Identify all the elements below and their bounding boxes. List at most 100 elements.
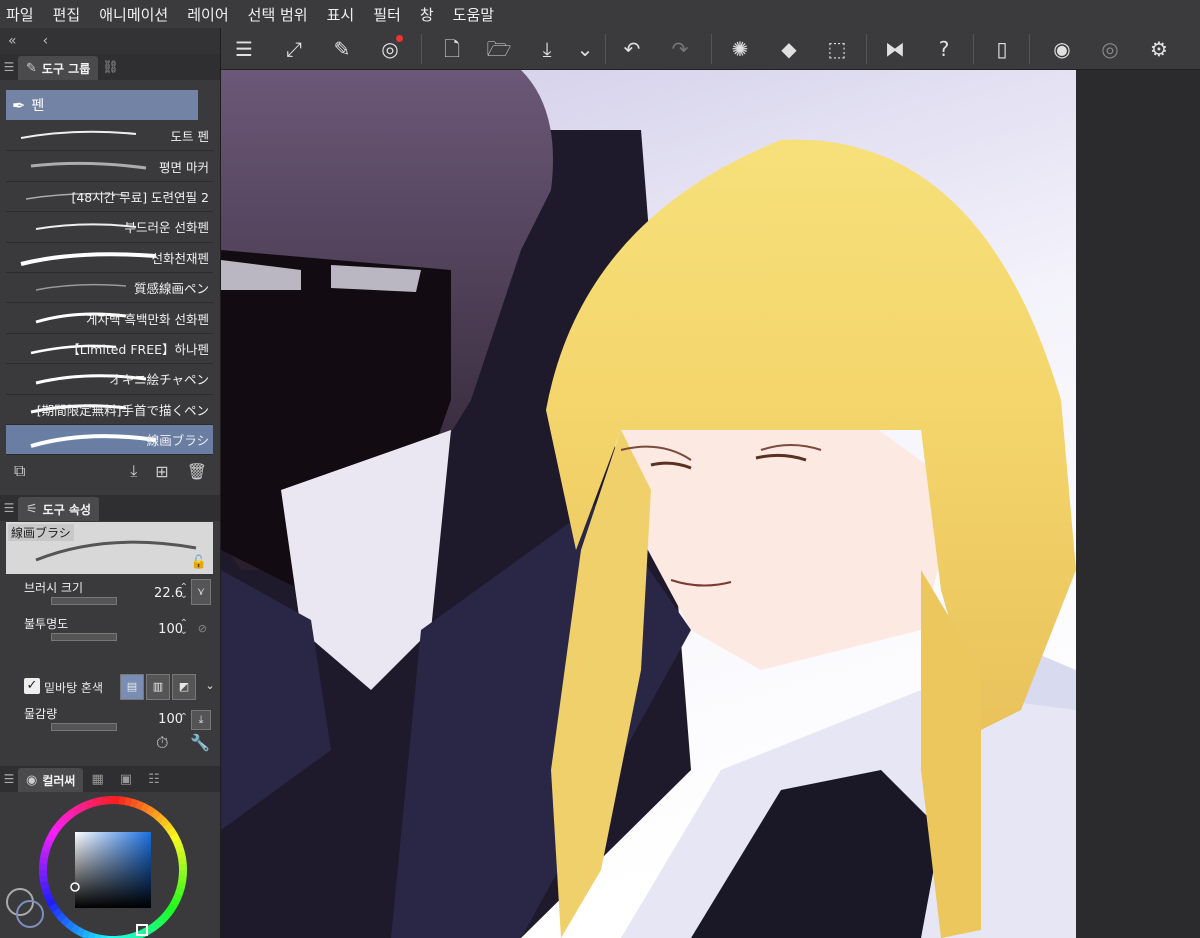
menu-selection[interactable]: 선택 범위 xyxy=(248,4,308,25)
fill-icon[interactable]: ◆ xyxy=(776,36,802,62)
color-wheel[interactable] xyxy=(38,795,188,938)
opacity-row: 불투명도 100 ⌃ ⌄ ⊘ xyxy=(6,612,213,648)
brush-size-label: 브러시 크기 xyxy=(24,581,84,595)
menu-layer[interactable]: 레이어 xyxy=(187,4,228,25)
stepper-icon[interactable]: ⌃ xyxy=(180,713,188,723)
panel-menu-icon[interactable]: ☰ xyxy=(0,772,18,786)
blend-label: 밑바탕 혼색 xyxy=(44,681,104,695)
hue-segment xyxy=(178,863,187,871)
canvas-area[interactable] xyxy=(221,70,1200,938)
list-item[interactable]: 【Limited FREE】하나펜 xyxy=(6,334,213,365)
transform-icon[interactable]: ⬚ xyxy=(824,36,850,62)
link-off-icon[interactable]: ⊘ xyxy=(198,622,207,635)
fullscreen-icon[interactable]: ⤢ xyxy=(281,36,307,62)
pen-settings-icon[interactable]: ✎ xyxy=(329,36,355,62)
menu-view[interactable]: 표시 xyxy=(327,4,355,25)
blend-mode-c-button[interactable]: ◩ xyxy=(172,674,196,700)
toolbar-separator xyxy=(421,34,422,64)
brush-name: [48시간 무료] 도련연필 2 xyxy=(71,189,209,205)
menu-file[interactable]: 파일 xyxy=(6,4,34,25)
pen-icon: ✎ xyxy=(26,60,37,76)
lock-icon[interactable]: 🔓 xyxy=(191,555,207,570)
list-item-selected[interactable]: 線画ブラシ xyxy=(6,424,213,456)
pressure-button[interactable]: ⋎ xyxy=(191,579,211,605)
link-icon[interactable]: ⛓ xyxy=(102,60,119,75)
new-file-icon[interactable]: 🗋 xyxy=(439,36,465,62)
tool-group-header: ☰ ✎ 도구 그룹 ⛓ xyxy=(0,54,220,80)
stepper-icon[interactable]: ⌃ ⌄ xyxy=(180,583,188,601)
brush-name: 質感線画ペン xyxy=(133,281,209,297)
menu-filter[interactable]: 필터 xyxy=(373,4,401,25)
blend-checkbox[interactable]: ✓ xyxy=(24,678,40,694)
panel-menu-icon[interactable]: ☰ xyxy=(0,501,18,515)
opacity-slider[interactable] xyxy=(51,633,117,641)
panel-menu-icon[interactable]: ☰ xyxy=(0,60,18,74)
tab-tool-property[interactable]: ⚟ 도구 속성 xyxy=(18,497,99,521)
tool-group-pen[interactable]: ✒ 펜 xyxy=(6,90,198,120)
redo-icon[interactable]: ↷ xyxy=(667,36,693,62)
artwork-canvas[interactable] xyxy=(221,70,1076,938)
tab-tool-group[interactable]: ✎ 도구 그룹 xyxy=(18,56,99,80)
tab-color[interactable]: ◉ 컬러써 xyxy=(18,768,84,792)
toolbar-separator xyxy=(605,34,606,64)
menu-bar: 파일 편집 애니메이션 레이어 선택 범위 표시 필터 창 도움말 xyxy=(0,0,1200,28)
main-sub-color-icon[interactable] xyxy=(2,888,44,936)
timelapse-icon[interactable]: ◉ xyxy=(1049,36,1075,62)
panel-collapse-row: « ‹ xyxy=(0,28,220,54)
menu-edit[interactable]: 편집 xyxy=(53,4,81,25)
brush-size-slider[interactable] xyxy=(51,597,117,605)
blend-mode-b-button[interactable]: ▥ xyxy=(146,674,170,700)
record-icon[interactable]: ◎ xyxy=(1097,36,1123,62)
preview-name: 線画ブラシ xyxy=(8,524,74,541)
settings-window-icon[interactable]: ⚙ xyxy=(1146,36,1172,62)
chevron-left-icon[interactable]: ‹ xyxy=(43,33,49,49)
list-item[interactable]: [期間限定無料]手首で描くペン xyxy=(6,395,213,425)
list-item[interactable]: 도트 펜 xyxy=(6,121,213,152)
menu-help[interactable]: 도움말 xyxy=(453,4,494,25)
stroke-preview-icon xyxy=(30,162,147,170)
hue-segment xyxy=(39,869,48,877)
wrench-icon[interactable]: 🔧 xyxy=(190,733,210,752)
open-folder-icon[interactable]: 🗁 xyxy=(486,36,512,62)
copy-icon[interactable]: ⧉ xyxy=(14,461,25,481)
pen-nib-icon: ✒ xyxy=(12,95,26,115)
menu-animation[interactable]: 애니메이션 xyxy=(99,4,168,25)
chevron-down-icon[interactable]: ⌄ xyxy=(198,674,222,700)
brush-name: [期間限定無料]手首で描くペン xyxy=(36,402,209,418)
list-item[interactable]: 게차백 흑백만화 선화펜 xyxy=(6,303,213,334)
timer-icon[interactable]: ⏱ xyxy=(156,733,168,753)
color-header: ☰ ◉ 컬러써 ▦ ▣ ☷ xyxy=(0,766,220,792)
list-item[interactable]: 質感線画ペン xyxy=(6,273,213,304)
list-icon[interactable]: ☷ xyxy=(148,772,160,787)
flip-icon[interactable]: ⧓ xyxy=(882,36,908,62)
brush-preview: 線画ブラシ 🔓 xyxy=(6,522,213,574)
list-item[interactable]: 평면 마커 xyxy=(6,151,213,182)
list-item[interactable]: 선화천재펜 xyxy=(6,243,213,273)
film-icon[interactable]: ▦ xyxy=(91,772,103,787)
tab-tool-property-label: 도구 속성 xyxy=(42,502,91,517)
list-item[interactable]: [48시간 무료] 도련연필 2 xyxy=(6,182,213,213)
save-icon[interactable]: ⤓ xyxy=(534,36,560,62)
help-icon[interactable]: ? xyxy=(931,36,957,62)
palette-icon[interactable]: ▣ xyxy=(120,772,132,787)
app-window: 파일 편집 애니메이션 레이어 선택 범위 표시 필터 창 도움말 « ‹ ☰ … xyxy=(0,0,1200,938)
amount-button[interactable]: ⤓ xyxy=(191,710,211,730)
list-item[interactable]: オキニ絵チャペン xyxy=(6,364,213,395)
trash-icon[interactable]: 🗑 xyxy=(187,462,207,481)
download-icon[interactable]: ⤓ xyxy=(130,461,137,481)
blend-mode-a-button[interactable]: ▤ xyxy=(120,674,144,700)
device-icon[interactable]: ▯ xyxy=(989,36,1015,62)
menu-window[interactable]: 창 xyxy=(420,4,434,25)
add-icon[interactable]: ⊞ xyxy=(155,462,168,481)
stroke-preview-icon xyxy=(20,251,157,266)
double-chevron-left-icon[interactable]: « xyxy=(8,33,17,49)
toolbar-separator xyxy=(711,34,712,64)
color-circle-icon: ◉ xyxy=(26,772,38,788)
menu-icon[interactable]: ☰ xyxy=(231,36,257,62)
loading-icon[interactable]: ✺ xyxy=(727,36,753,62)
stepper-icon[interactable]: ⌃ ⌄ xyxy=(180,619,188,637)
undo-icon[interactable]: ↶ xyxy=(619,36,645,62)
brush-name: 선화천재펜 xyxy=(151,250,209,266)
list-item[interactable]: 부드러운 선화펜 xyxy=(6,212,213,243)
chevron-down-icon[interactable]: ⌄ xyxy=(572,36,598,62)
